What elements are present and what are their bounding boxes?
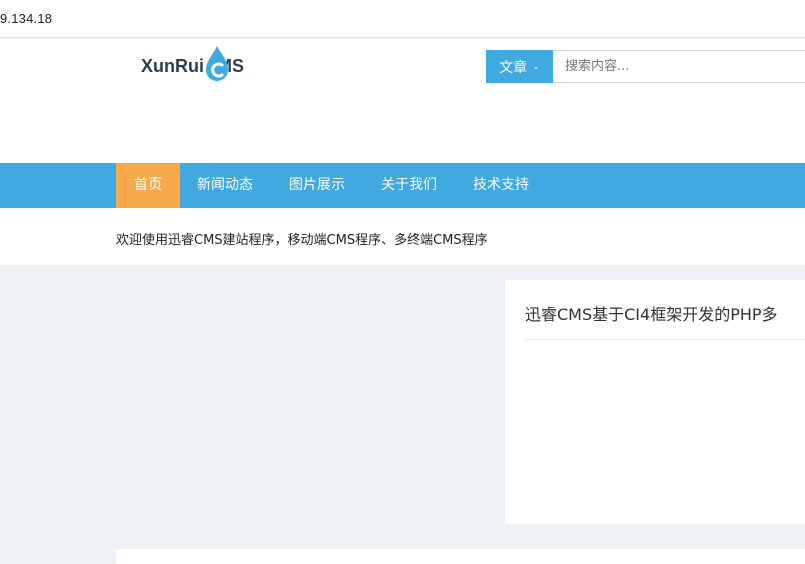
search-category-label: 文章 (499, 59, 528, 76)
nav-item-news[interactable]: 新闻动态 (188, 163, 262, 208)
address-text[interactable]: 9.134.18 (0, 11, 52, 26)
content-panel (116, 549, 805, 564)
nav-item-about[interactable]: 关于我们 (372, 163, 446, 208)
browser-address-bar[interactable]: 9.134.18 (0, 0, 805, 38)
feature-card: 迅睿CMS基于CI4框架开发的PHP多 (505, 280, 805, 524)
nav-item-support[interactable]: 技术支持 (464, 163, 538, 208)
search-bar: 文章 ⌄ (486, 50, 805, 83)
search-input[interactable] (553, 50, 805, 83)
nav-item-home[interactable]: 首页 (116, 163, 180, 208)
notice-bar: 欢迎使用迅睿CMS建站程序，移动端CMS程序、多终端CMS程序 (0, 208, 805, 265)
main-nav: 首页 新闻动态 图片展示 关于我们 技术支持 (0, 163, 805, 208)
logo-drop-icon (204, 44, 230, 88)
feature-title[interactable]: 迅睿CMS基于CI4框架开发的PHP多 (525, 301, 778, 325)
divider (525, 339, 805, 340)
notice-text: 欢迎使用迅睿CMS建站程序，移动端CMS程序、多终端CMS程序 (116, 233, 488, 248)
nav-item-photos[interactable]: 图片展示 (280, 163, 354, 208)
search-category-dropdown[interactable]: 文章 ⌄ (486, 50, 553, 83)
chevron-down-icon: ⌄ (532, 61, 540, 72)
